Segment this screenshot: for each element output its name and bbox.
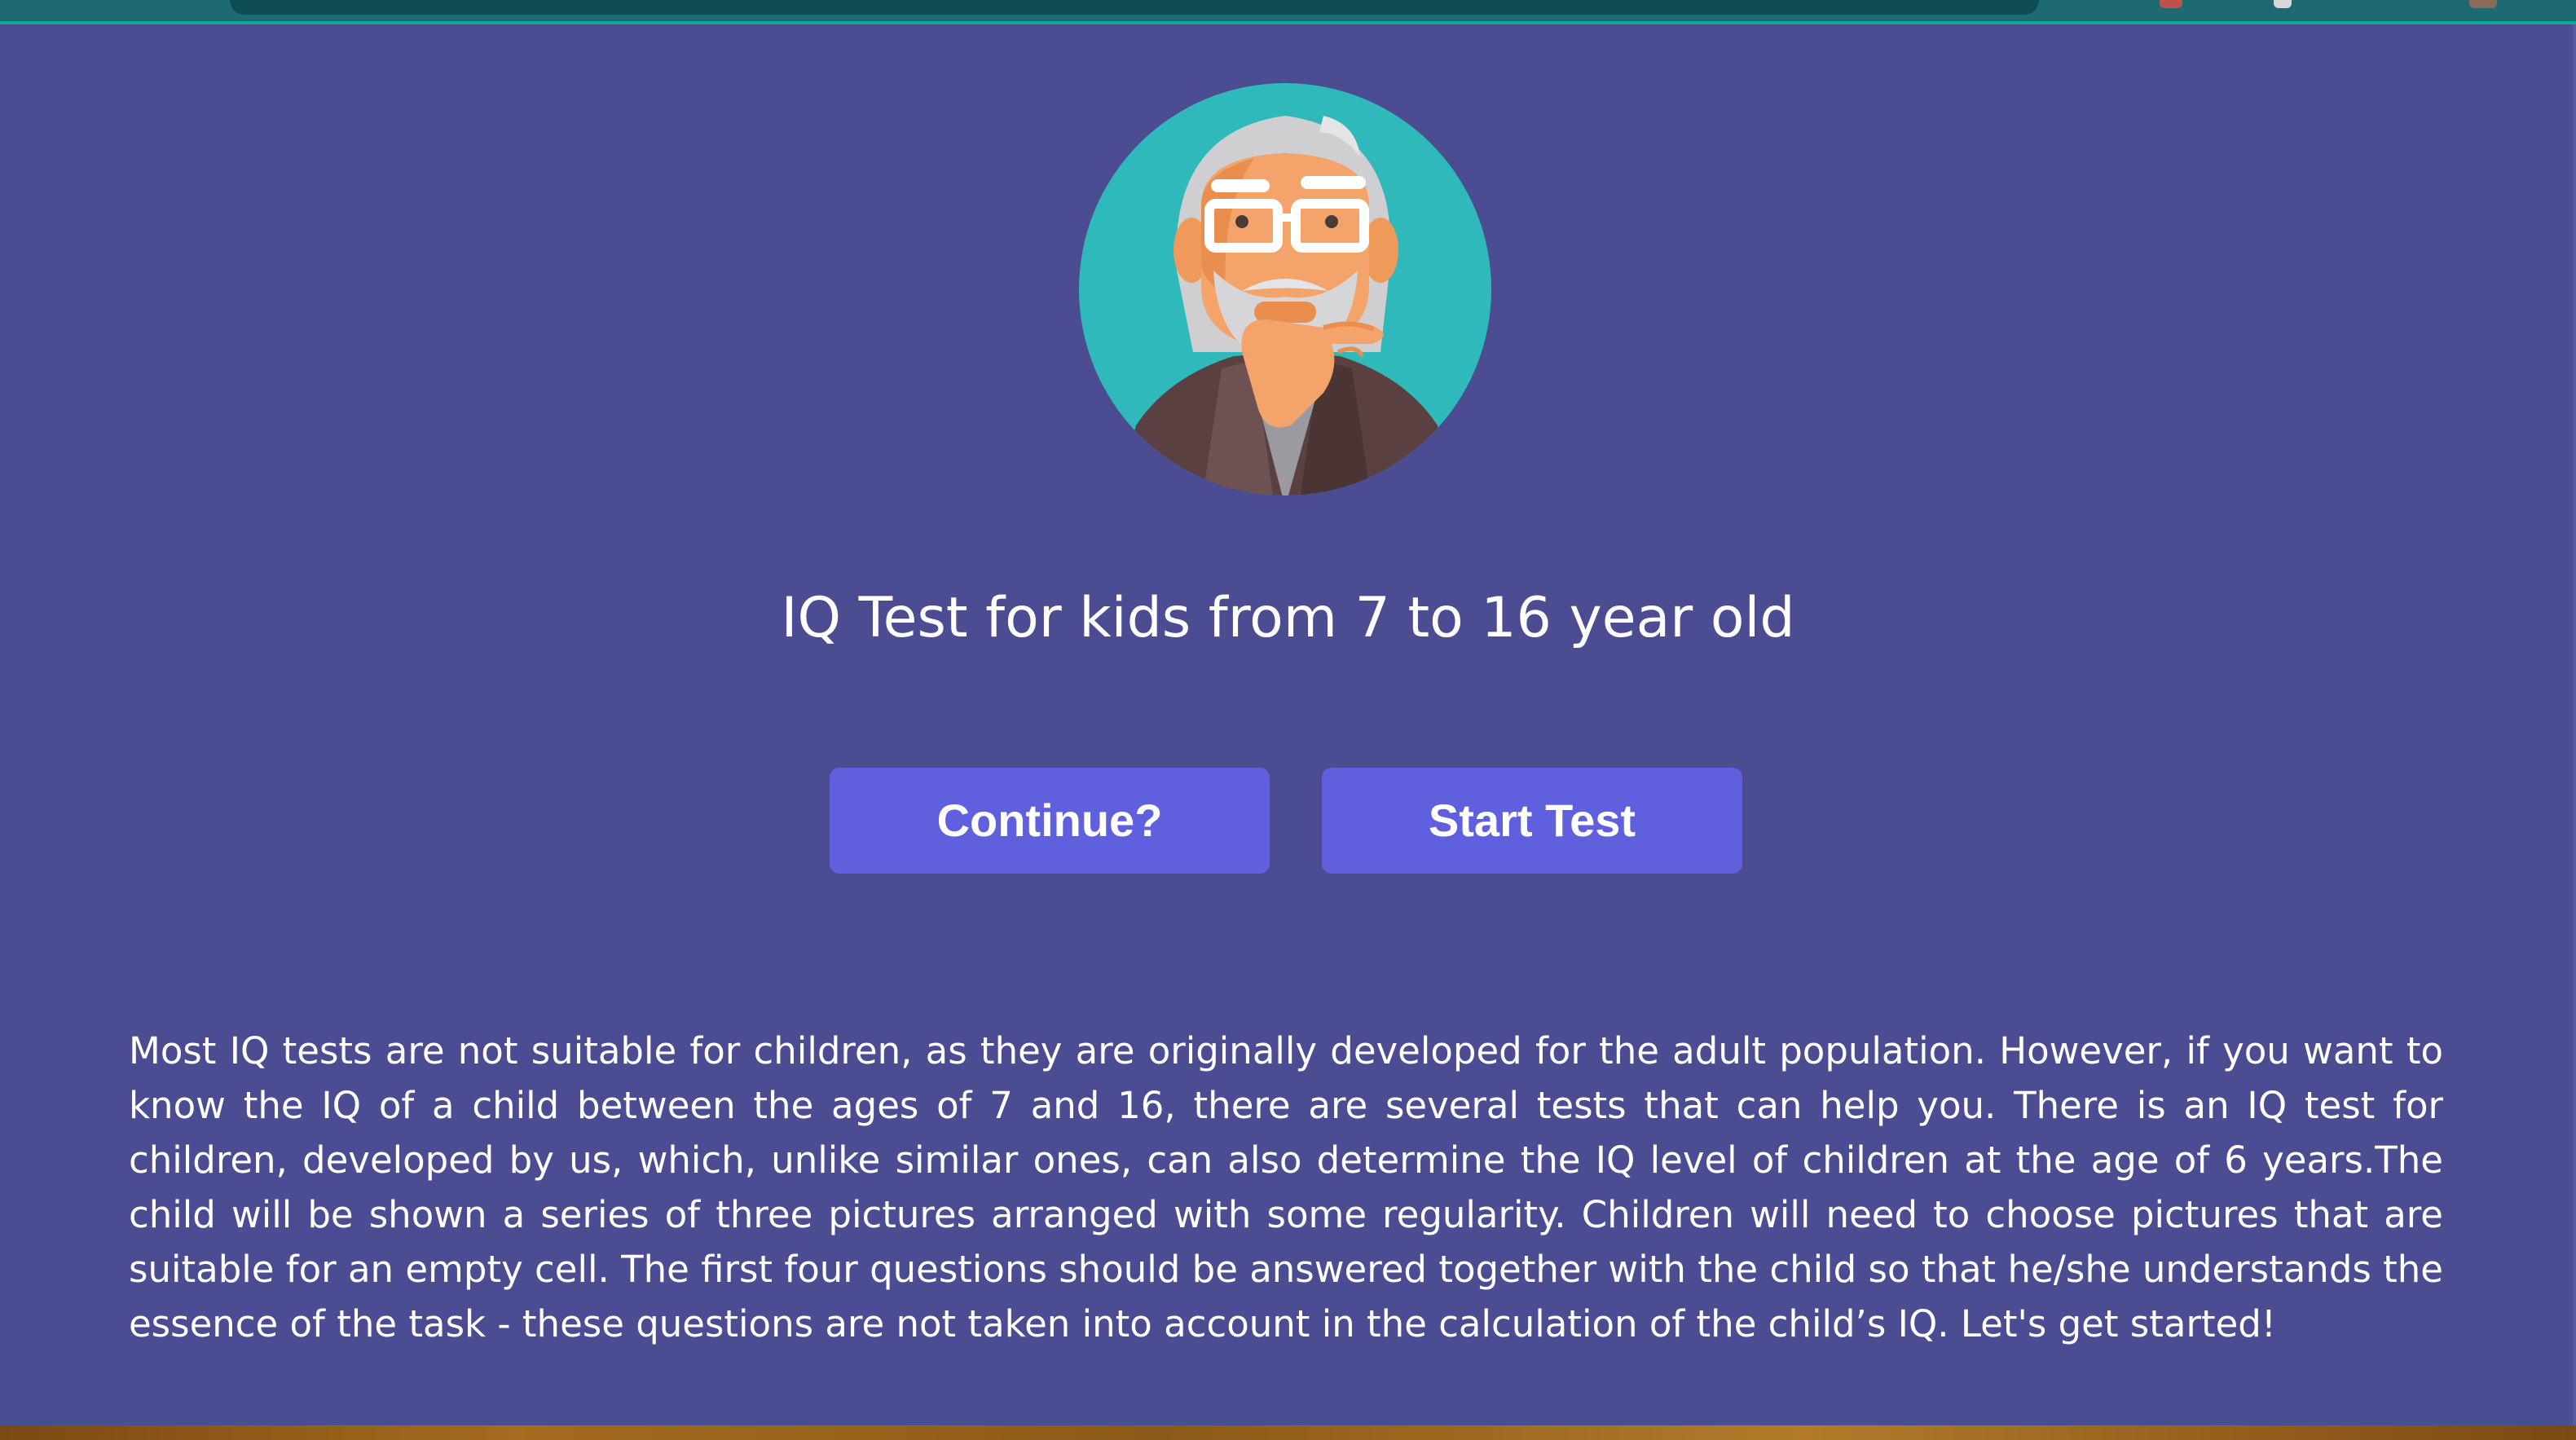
- thinking-old-man-avatar-icon: [1079, 83, 1491, 495]
- browser-top-strip: [0, 0, 2576, 24]
- start-test-button[interactable]: Start Test: [1322, 768, 1742, 874]
- taskbar-strip: [0, 1425, 2576, 1440]
- window-edge: [2573, 24, 2576, 1426]
- test-description: Most IQ tests are not suitable for child…: [129, 1029, 2443, 1345]
- address-bar[interactable]: [230, 0, 2039, 15]
- profile-icon[interactable]: [2274, 0, 2292, 8]
- extension-icon[interactable]: [2160, 0, 2182, 8]
- account-avatar-icon[interactable]: [2469, 0, 2497, 8]
- page-title: IQ Test for kids from 7 to 16 year old: [781, 586, 1795, 650]
- continue-button[interactable]: Continue?: [830, 768, 1270, 874]
